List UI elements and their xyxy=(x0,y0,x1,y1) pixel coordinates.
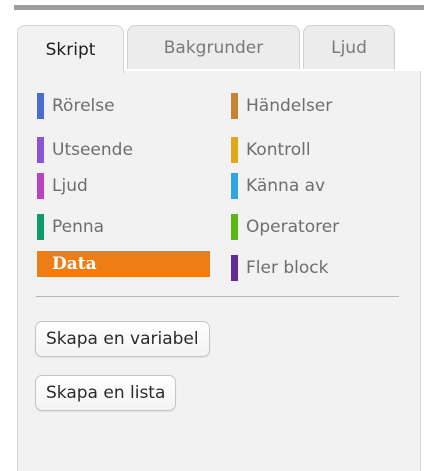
palette-divider xyxy=(36,296,399,297)
category-color-swatch xyxy=(231,255,238,281)
category-label: Fler block xyxy=(246,258,329,278)
category-color-swatch xyxy=(37,93,44,119)
category-data[interactable]: Data xyxy=(37,251,210,277)
category-operators[interactable]: Operatorer xyxy=(231,214,339,240)
category-color-swatch xyxy=(231,214,238,240)
category-label: Händelser xyxy=(246,96,333,116)
category-color-swatch xyxy=(231,137,238,163)
category-more-blocks[interactable]: Fler block xyxy=(231,255,328,281)
category-color-swatch xyxy=(37,137,44,163)
block-palette-panel: Rörelse Utseende Ljud Penna Data Händels… xyxy=(17,71,421,471)
tab-backdrops[interactable]: Bakgrunder xyxy=(127,25,300,69)
category-label: Operatorer xyxy=(246,217,340,237)
category-label: Kontroll xyxy=(246,140,311,160)
category-label: Rörelse xyxy=(52,96,115,116)
make-variable-button[interactable]: Skapa en variabel xyxy=(35,321,210,357)
category-color-swatch xyxy=(37,251,44,277)
category-label: Data xyxy=(52,254,97,274)
category-color-swatch xyxy=(231,93,238,119)
category-pen[interactable]: Penna xyxy=(37,214,104,240)
category-color-swatch xyxy=(231,173,238,199)
tab-scripts[interactable]: Skript xyxy=(17,25,124,73)
category-label: Penna xyxy=(52,217,105,237)
category-label: Ljud xyxy=(52,176,88,196)
category-color-swatch xyxy=(37,173,44,199)
top-divider-bar xyxy=(14,5,424,10)
category-sound[interactable]: Ljud xyxy=(37,173,88,199)
category-motion[interactable]: Rörelse xyxy=(37,93,115,119)
category-sensing[interactable]: Känna av xyxy=(231,173,325,199)
category-label: Utseende xyxy=(52,140,133,160)
category-label: Känna av xyxy=(246,176,326,196)
make-list-button[interactable]: Skapa en lista xyxy=(35,375,177,411)
category-events[interactable]: Händelser xyxy=(231,93,332,119)
category-control[interactable]: Kontroll xyxy=(231,137,311,163)
category-looks[interactable]: Utseende xyxy=(37,137,133,163)
tab-sounds[interactable]: Ljud xyxy=(303,25,395,69)
category-color-swatch xyxy=(37,214,44,240)
